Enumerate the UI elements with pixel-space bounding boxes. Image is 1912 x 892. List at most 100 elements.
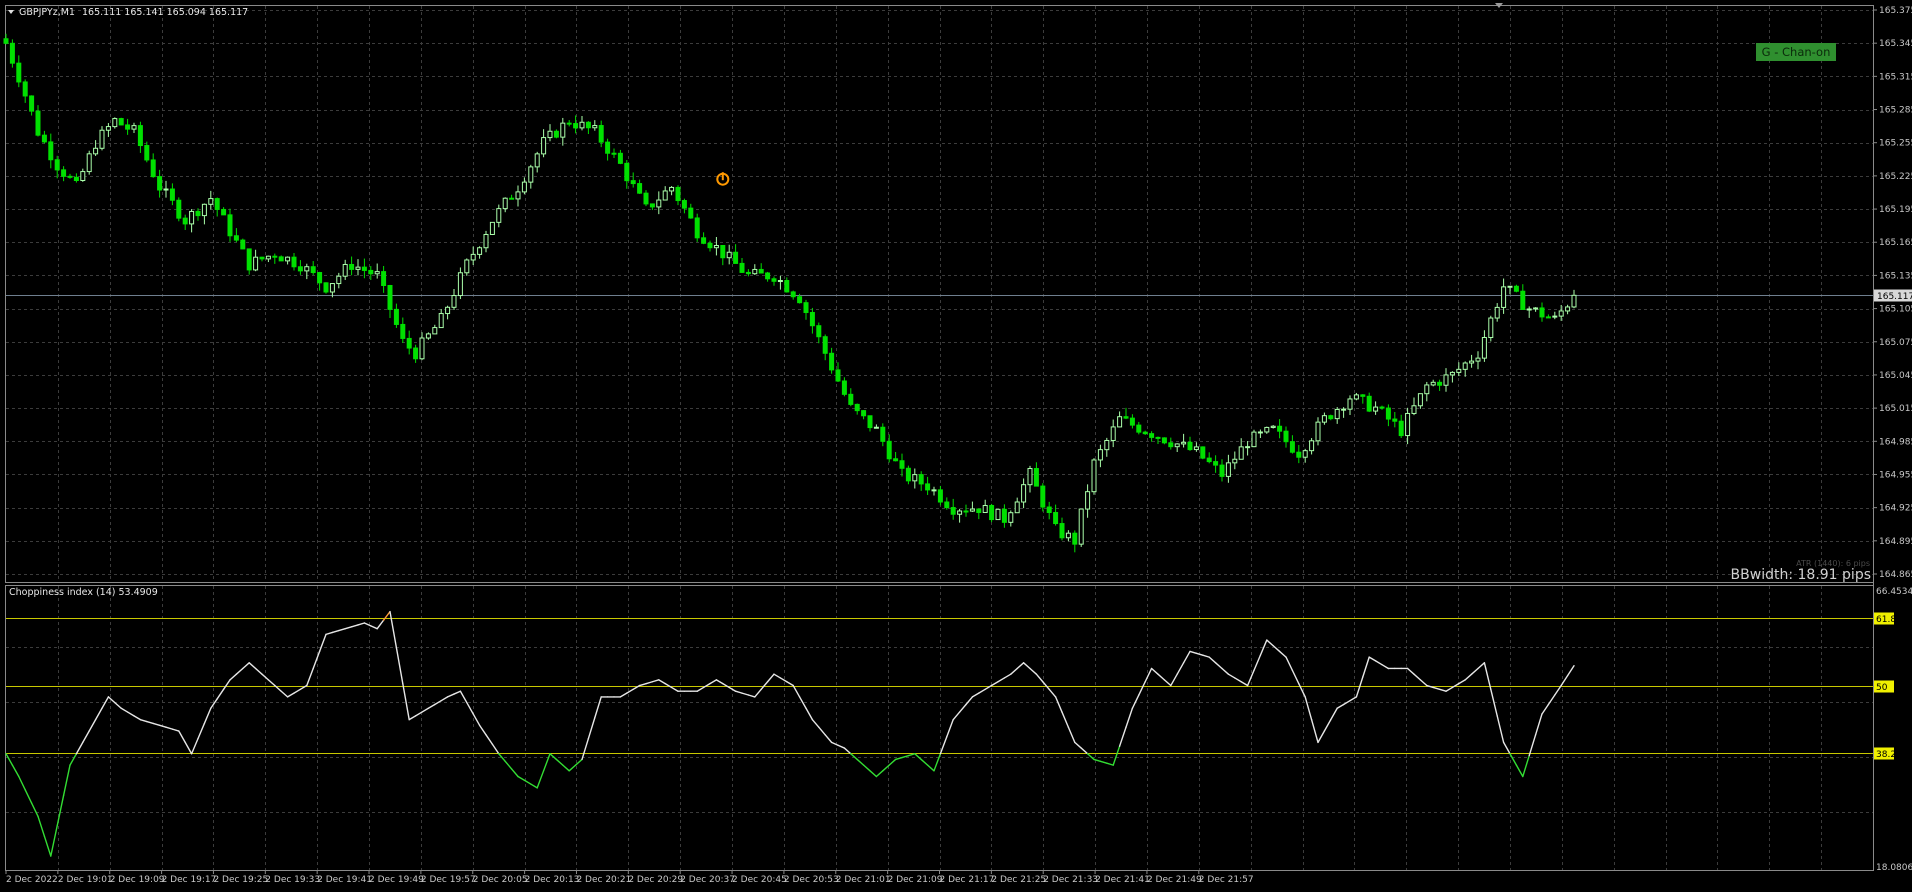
time-tick-label: 2 Dec 21:41	[1095, 875, 1150, 885]
mode-badge[interactable]: G - Chan-on	[1762, 45, 1831, 59]
candle-body	[1469, 360, 1475, 364]
candle-body	[905, 467, 911, 482]
time-tick-label: 2 Dec 19:33	[265, 875, 320, 885]
candle-body	[707, 242, 713, 249]
candle-body	[713, 245, 719, 249]
candle-body	[445, 306, 451, 315]
candle-body	[1475, 357, 1481, 362]
time-tick-label: 2 Dec 21:33	[1043, 875, 1098, 885]
candle-body	[9, 42, 15, 64]
candle-body	[893, 458, 899, 462]
candle-body	[304, 266, 310, 272]
indicator-title: Choppiness index (14) 53.4909	[9, 587, 158, 598]
time-tick-label: 2 Dec 19:57	[421, 875, 476, 885]
candle-body	[745, 271, 751, 275]
candle-body	[1097, 449, 1103, 461]
candle-body	[1334, 408, 1340, 420]
candle-body	[1520, 290, 1526, 310]
candle-body	[1398, 420, 1404, 437]
candle-body	[201, 203, 207, 217]
candle-body	[214, 198, 220, 210]
candle-body	[688, 207, 694, 219]
time-tick-label: 2 Dec 19:17	[162, 875, 217, 885]
candle-body	[1302, 450, 1308, 458]
candle-body	[1501, 286, 1507, 308]
candle-body	[720, 245, 726, 259]
candle-body	[553, 130, 559, 138]
candle-body	[1373, 406, 1379, 412]
candle-body	[483, 233, 489, 249]
candle-body	[1513, 285, 1519, 292]
candle-body	[1526, 308, 1532, 311]
candle-body	[150, 159, 156, 178]
price-tick-label: 165.345	[1879, 39, 1912, 49]
candle-body	[48, 141, 54, 161]
candle-body	[950, 507, 956, 515]
candle-body	[579, 121, 585, 129]
time-tick-label: 2 Dec 19:09	[110, 875, 165, 885]
candle-body	[1001, 508, 1007, 523]
candle-body	[1328, 415, 1334, 420]
candle-body	[336, 275, 342, 285]
candle-body	[189, 210, 195, 225]
candle-body	[1411, 405, 1417, 414]
candle-body	[925, 483, 931, 491]
candle-body	[374, 271, 380, 275]
candle-body	[329, 283, 335, 293]
candle-body	[125, 124, 131, 130]
price-tick-label: 165.255	[1879, 139, 1912, 149]
time-tick-label: 2 Dec 21:49	[1147, 875, 1202, 885]
candle-body	[585, 121, 591, 129]
candle-body	[1136, 424, 1142, 433]
candle-body	[1251, 431, 1257, 448]
time-tick-label: 2 Dec 19:01	[58, 875, 113, 885]
candle-body	[1539, 307, 1545, 318]
candle-body	[534, 153, 540, 168]
candle-body	[841, 380, 847, 395]
candle-body	[656, 199, 662, 208]
candle-body	[547, 130, 553, 139]
candle-body	[624, 162, 630, 182]
candle-body	[1366, 395, 1372, 412]
candle-body	[1257, 431, 1263, 434]
time-tick-label: 2 Dec 20:29	[628, 875, 683, 885]
candle-body	[477, 247, 483, 255]
candle-body	[1065, 532, 1071, 539]
candle-body	[368, 269, 374, 275]
candle-body	[1085, 491, 1091, 510]
price-tick-label: 165.315	[1879, 72, 1912, 82]
chart-canvas[interactable]: GBPJPYz,M1 165.111 165.141 165.094 165.1…	[0, 0, 1912, 892]
chop-axis-max: 66.4534	[1876, 587, 1912, 597]
candle-body	[1193, 446, 1199, 451]
candle-body	[1443, 374, 1449, 386]
candle-body	[1181, 441, 1187, 445]
candle-body	[669, 186, 675, 192]
candle-body	[1149, 433, 1155, 438]
candle-body	[1238, 446, 1244, 460]
candle-body	[1552, 315, 1558, 318]
candle-body	[886, 440, 892, 460]
candle-body	[1142, 431, 1148, 435]
candle-body	[1571, 294, 1577, 308]
candle-body	[54, 159, 60, 171]
candle-body	[182, 217, 188, 225]
candle-body	[1232, 458, 1238, 464]
candle-body	[1168, 442, 1174, 448]
time-tick-label: 2 Dec 20:21	[576, 875, 631, 885]
candle-body	[515, 191, 521, 200]
candle-body	[1213, 461, 1219, 466]
candle-body	[464, 259, 470, 274]
candle-body	[393, 308, 399, 325]
price-tick-label: 164.955	[1879, 470, 1912, 480]
candle-body	[1558, 310, 1564, 317]
price-tick-label: 165.195	[1879, 205, 1912, 215]
candle-body	[880, 426, 886, 442]
candle-body	[131, 125, 137, 130]
candle-body	[1091, 459, 1097, 493]
candle-body	[963, 510, 969, 513]
candle-body	[144, 145, 150, 161]
candle-body	[560, 122, 566, 138]
candle-body	[93, 147, 99, 155]
candle-body	[675, 186, 681, 202]
candle-body	[323, 282, 329, 293]
